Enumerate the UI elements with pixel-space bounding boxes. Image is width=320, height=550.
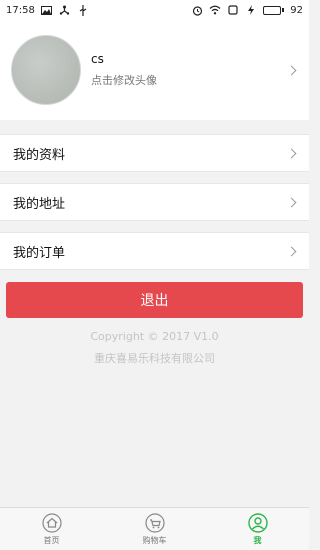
chevron-right-icon — [286, 246, 297, 256]
usb-icon — [77, 4, 89, 16]
nav-home[interactable]: 首页 — [12, 512, 92, 546]
image-icon — [41, 4, 53, 16]
chevron-right-icon — [286, 148, 297, 158]
nav-label: 我 — [253, 535, 262, 545]
nav-me[interactable]: 我 — [218, 512, 298, 546]
username: cs — [91, 52, 104, 66]
menu-item-address[interactable]: 我的地址 — [0, 183, 309, 221]
menu-item-label: 我的订单 — [13, 245, 66, 261]
cart-icon — [144, 512, 165, 533]
wifi-icon — [209, 4, 221, 16]
menu-item-profile[interactable]: 我的资料 — [0, 134, 309, 172]
home-icon — [41, 512, 62, 533]
nav-label: 购物车 — [142, 535, 167, 545]
usb-tree-icon — [59, 4, 71, 16]
menu-item-label: 我的地址 — [13, 196, 66, 212]
nav-cart[interactable]: 购物车 — [115, 512, 195, 546]
charging-icon — [245, 4, 257, 16]
chevron-right-icon — [286, 197, 297, 207]
chevron-right-icon — [286, 65, 297, 75]
menu-item-label: 我的资料 — [13, 147, 66, 163]
battery-indicator — [263, 5, 285, 15]
copyright-text: Copyright © 2017 V1.0 — [90, 330, 219, 343]
status-left: 17:58 — [6, 4, 89, 16]
avatar[interactable] — [11, 35, 81, 105]
logout-button[interactable]: 退出 — [6, 282, 303, 318]
battery-level: 92 — [290, 4, 303, 16]
company-name: 重庆喜易乐科技有限公司 — [94, 352, 215, 365]
profile-text: cs 点击修改头像 — [91, 52, 157, 88]
status-bar: 17:58 92 — [0, 0, 309, 20]
status-time: 17:58 — [6, 4, 35, 16]
square-icon — [227, 4, 239, 16]
bottom-nav: 首页 购物车 我 — [0, 507, 309, 550]
nav-label: 首页 — [43, 535, 60, 545]
menu-item-orders[interactable]: 我的订单 — [0, 232, 309, 270]
user-icon — [247, 512, 268, 533]
status-right: 92 — [191, 4, 303, 16]
change-avatar-hint: 点击修改头像 — [91, 74, 157, 87]
alarm-icon — [191, 4, 203, 16]
profile-card[interactable]: cs 点击修改头像 — [0, 20, 309, 120]
